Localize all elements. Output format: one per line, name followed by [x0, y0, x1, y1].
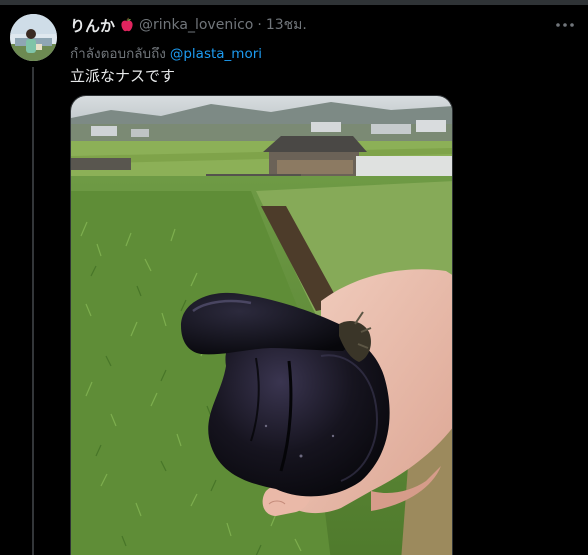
- tweet-photo[interactable]: [70, 95, 453, 555]
- timestamp[interactable]: 13ชม.: [266, 14, 307, 36]
- separator-dot: ·: [257, 17, 262, 33]
- avatar[interactable]: [10, 14, 57, 61]
- replying-to-mention[interactable]: @plasta_mori: [170, 46, 262, 62]
- tweet-header: りんか @rinka_lovenico · 13ชม.: [70, 14, 307, 36]
- replying-to-label: กำลังตอบกลับถึง: [70, 46, 166, 62]
- handle[interactable]: @rinka_lovenico: [139, 17, 253, 33]
- more-button[interactable]: [552, 15, 578, 35]
- photo-eggplant-in-hand: [71, 96, 452, 555]
- display-name[interactable]: りんか: [70, 15, 115, 36]
- replying-to-line: กำลังตอบกลับถึง @plasta_mori: [70, 42, 262, 64]
- thread-line: [32, 67, 34, 555]
- avatar-image: [10, 14, 57, 61]
- more-horizontal-icon: [556, 23, 574, 27]
- red-apple-icon: [119, 17, 135, 33]
- tweet-frame: りんか @rinka_lovenico · 13ชม. กำลังตอบกลับ…: [0, 0, 588, 555]
- tweet-text: 立派なナスです: [70, 67, 176, 85]
